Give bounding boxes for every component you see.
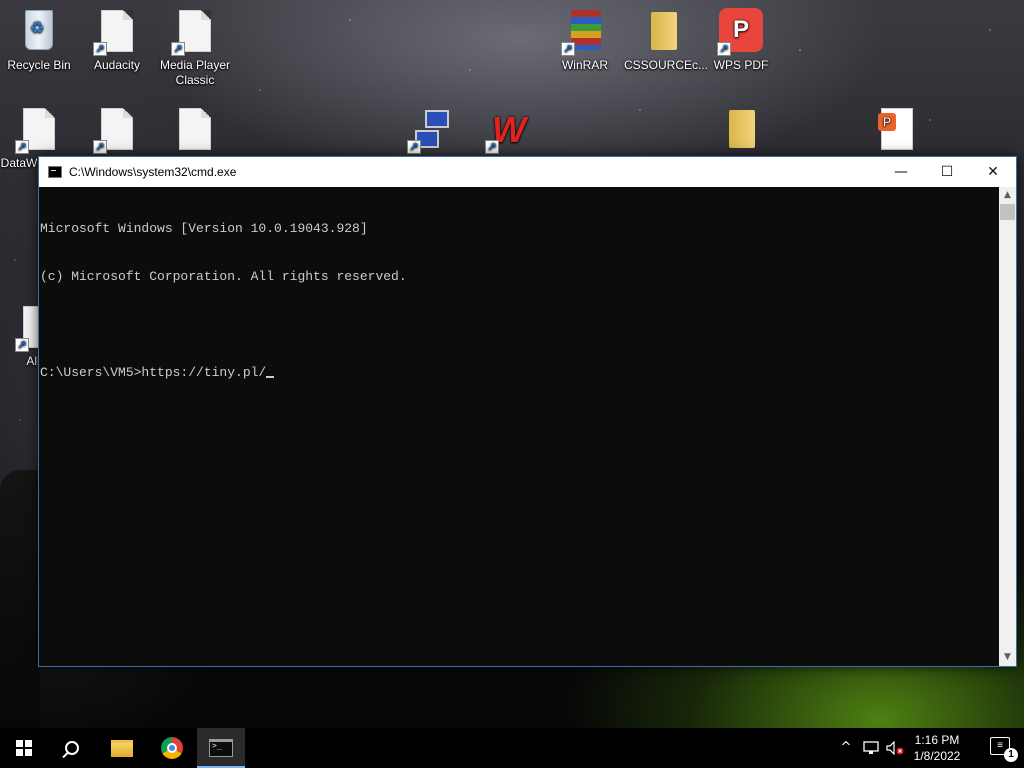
console-line: Microsoft Windows [Version 10.0.19043.92… bbox=[40, 221, 368, 236]
recycle-bin-icon bbox=[25, 10, 53, 50]
vertical-scrollbar[interactable]: ▲ ▼ bbox=[999, 187, 1016, 666]
desktop-icon-audacity[interactable]: ↗ Audacity bbox=[78, 8, 156, 73]
desktop-icon-folder[interactable] bbox=[702, 106, 780, 156]
shortcut-arrow-icon: ↗ bbox=[561, 42, 575, 56]
console-line: (c) Microsoft Corporation. All rights re… bbox=[40, 269, 407, 284]
shortcut-arrow-icon: ↗ bbox=[485, 140, 499, 154]
shortcut-arrow-icon: ↗ bbox=[717, 42, 731, 56]
document-icon bbox=[179, 108, 211, 150]
text-cursor bbox=[266, 376, 275, 378]
scrollbar-thumb[interactable] bbox=[1000, 204, 1015, 220]
cmd-icon[interactable] bbox=[48, 166, 62, 178]
desktop-icon-winrar[interactable]: ↗ WinRAR bbox=[546, 8, 624, 73]
notification-count-badge: 1 bbox=[1004, 748, 1018, 762]
presentation-icon bbox=[878, 108, 913, 150]
clock-date: 1/8/2022 bbox=[913, 749, 961, 763]
minimize-button[interactable]: — bbox=[878, 157, 924, 187]
close-button[interactable]: ✕ bbox=[970, 157, 1016, 187]
cmd-window[interactable]: C:\Windows\system32\cmd.exe — ☐ ✕ Micros… bbox=[38, 156, 1017, 667]
desktop-icon-label: Recycle Bin bbox=[7, 58, 71, 72]
desktop-icon-wps-office[interactable]: W ↗ bbox=[470, 106, 548, 156]
shortcut-arrow-icon: ↗ bbox=[15, 140, 29, 154]
start-button[interactable] bbox=[0, 728, 48, 768]
scroll-down-icon[interactable]: ▼ bbox=[999, 649, 1016, 666]
search-icon bbox=[65, 741, 79, 755]
folder-icon bbox=[651, 12, 677, 50]
console-prompt-line[interactable]: C:\Users\VM5>https://tiny.pl/ bbox=[40, 365, 998, 381]
shortcut-arrow-icon: ↗ bbox=[171, 42, 185, 56]
shortcut-arrow-icon: ↗ bbox=[407, 140, 421, 154]
clock-time: 1:16 PM bbox=[914, 733, 960, 747]
system-clock[interactable]: 1:16 PM 1/8/2022 bbox=[902, 732, 972, 764]
desktop-icon-network[interactable]: ↗ bbox=[392, 106, 470, 156]
taskbar-file-explorer[interactable] bbox=[98, 728, 146, 768]
wallpaper-treeline bbox=[0, 470, 40, 730]
desktop-icon-cssource[interactable]: CSSOURCEc... bbox=[624, 8, 708, 73]
maximize-button[interactable]: ☐ bbox=[924, 157, 970, 187]
folder-icon bbox=[729, 110, 755, 148]
shortcut-arrow-icon: ↗ bbox=[93, 42, 107, 56]
network-icon[interactable] bbox=[860, 728, 882, 768]
desktop-icon-label: WinRAR bbox=[561, 58, 608, 72]
desktop-icon-label: Media Player Classic bbox=[159, 58, 231, 87]
window-title: C:\Windows\system32\cmd.exe bbox=[69, 165, 237, 179]
desktop-icon-shortcut-3[interactable] bbox=[156, 106, 234, 156]
desktop-icon-label: DataW bbox=[0, 156, 38, 170]
desktop-icon-label: CSSOURCEc... bbox=[624, 58, 709, 72]
taskbar-chrome[interactable] bbox=[148, 728, 196, 768]
file-explorer-icon bbox=[111, 739, 133, 757]
taskbar-command-prompt[interactable] bbox=[197, 728, 245, 768]
console-command: C:\Users\VM5>https://tiny.pl/ bbox=[40, 365, 267, 380]
window-titlebar[interactable]: C:\Windows\system32\cmd.exe — ☐ ✕ bbox=[39, 157, 1016, 187]
console-output[interactable]: Microsoft Windows [Version 10.0.19043.92… bbox=[39, 187, 999, 666]
desktop-icon-presentation[interactable] bbox=[858, 106, 936, 156]
desktop-icon-label: WPS PDF bbox=[713, 58, 769, 72]
shortcut-arrow-icon: ↗ bbox=[93, 140, 107, 154]
scroll-up-icon[interactable]: ▲ bbox=[999, 187, 1016, 204]
search-button[interactable] bbox=[48, 728, 96, 768]
winrar-icon bbox=[571, 10, 601, 50]
desktop-icon-media-player-classic[interactable]: ↗ Media Player Classic bbox=[156, 8, 234, 88]
taskbar: ^ 1:16 PM 1/8/2022 ≡ 1 bbox=[0, 728, 1024, 768]
windows-logo-icon bbox=[16, 740, 32, 756]
desktop-icon-wps-pdf[interactable]: P ↗ WPS PDF bbox=[702, 8, 780, 73]
desktop-icon-recycle-bin[interactable]: Recycle Bin bbox=[0, 8, 78, 73]
shortcut-arrow-icon: ↗ bbox=[15, 338, 29, 352]
desktop-icon-shortcut-2[interactable]: ↗ bbox=[78, 106, 156, 156]
cmd-icon bbox=[209, 739, 233, 757]
desktop-icon-label: Audacity bbox=[93, 58, 141, 72]
chrome-icon bbox=[161, 737, 183, 759]
tray-chevron-icon[interactable]: ^ bbox=[836, 728, 856, 768]
